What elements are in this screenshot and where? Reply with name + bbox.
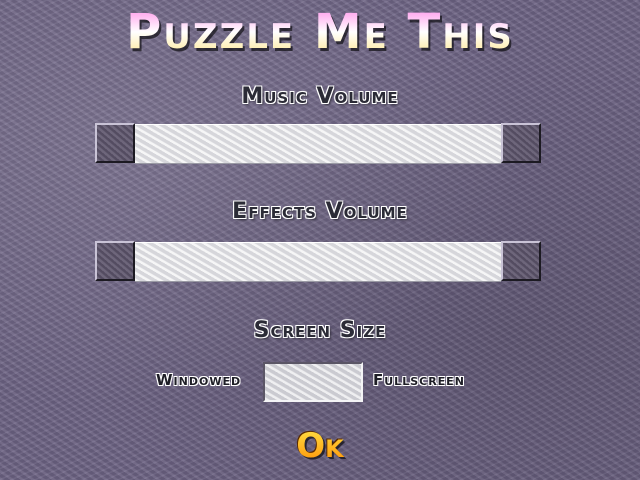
effects-volume-increase-button[interactable] bbox=[501, 241, 541, 281]
music-volume-decrease-button[interactable] bbox=[95, 123, 135, 163]
windowed-option[interactable]: Windowed bbox=[156, 371, 241, 389]
effects-volume-decrease-button[interactable] bbox=[95, 241, 135, 281]
screen-size-toggle[interactable] bbox=[263, 362, 363, 402]
fullscreen-option[interactable]: Fullscreen bbox=[373, 371, 465, 389]
game-title: Puzzle Me This bbox=[0, 2, 640, 62]
ok-button[interactable]: Ok bbox=[0, 424, 640, 468]
music-volume-increase-button[interactable] bbox=[501, 123, 541, 163]
music-volume-track[interactable] bbox=[135, 124, 501, 164]
effects-volume-heading: Effects Volume bbox=[232, 199, 408, 224]
effects-volume-track[interactable] bbox=[135, 242, 501, 282]
ok-button-area[interactable]: Ok bbox=[290, 424, 350, 468]
screen-size-heading: Screen Size bbox=[253, 318, 387, 343]
music-volume-slider[interactable] bbox=[95, 123, 541, 165]
screen-size-row: Windowed Fullscreen bbox=[0, 362, 640, 402]
music-volume-heading: Music Volume bbox=[241, 84, 399, 109]
effects-volume-slider[interactable] bbox=[95, 241, 541, 283]
